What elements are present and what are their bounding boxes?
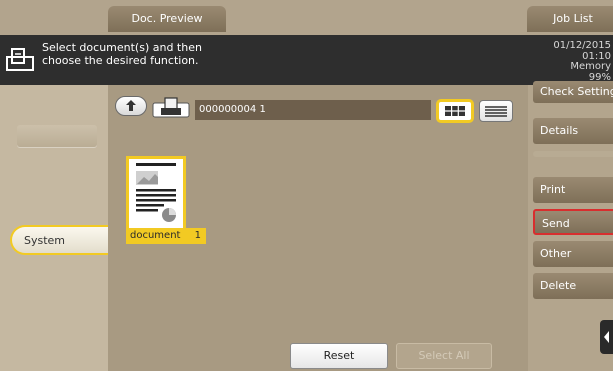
- top-bar: Doc. Preview Job List: [0, 0, 613, 35]
- print-button[interactable]: Print: [533, 177, 613, 203]
- details-button[interactable]: Details: [533, 118, 613, 144]
- thumbnail-view-button[interactable]: [436, 99, 474, 123]
- send-button[interactable]: Send: [533, 209, 613, 235]
- system-tab-label: System: [24, 234, 66, 247]
- check-setting-button[interactable]: Check Setting: [533, 81, 613, 103]
- document-area: 000000004 1 document 1 Reset Select All: [108, 85, 528, 371]
- other-button[interactable]: Other: [533, 241, 613, 267]
- folder-up-button[interactable]: [115, 96, 147, 116]
- list-view-icon: [485, 106, 507, 117]
- box-icon: [152, 97, 190, 118]
- screen: Doc. Preview Job List Select document(s)…: [0, 0, 613, 371]
- instruction-text: Select document(s) and then choose the d…: [42, 41, 202, 67]
- folder-path-field: 000000004 1: [195, 100, 431, 120]
- reset-button[interactable]: Reset: [290, 343, 388, 369]
- chevron-left-icon: [604, 331, 609, 343]
- memory-label: Memory: [570, 61, 611, 72]
- system-tab[interactable]: System: [10, 225, 120, 255]
- select-all-button[interactable]: Select All: [396, 343, 492, 369]
- doc-preview-tab[interactable]: Doc. Preview: [108, 6, 226, 32]
- document-label-bar[interactable]: document 1: [126, 228, 206, 244]
- panel-toggle-button[interactable]: [600, 320, 613, 354]
- job-list-tab[interactable]: Job List: [527, 6, 613, 32]
- list-view-button[interactable]: [479, 100, 513, 122]
- empty-left-button: [17, 125, 97, 147]
- document-preview-icon: [136, 163, 176, 222]
- left-column: System: [0, 85, 120, 371]
- date-text: 01/12/2015: [553, 40, 611, 51]
- status-readout: 01/12/2015 01:10 Memory 99%: [553, 40, 611, 83]
- grid-view-icon: [445, 106, 465, 116]
- document-name: document: [130, 230, 181, 241]
- instruction-line-1: Select document(s) and then: [42, 41, 202, 54]
- box-doc-icon: [6, 48, 34, 71]
- message-bar: Select document(s) and then choose the d…: [0, 35, 613, 85]
- document-thumbnail[interactable]: [126, 156, 186, 228]
- instruction-line-2: choose the desired function.: [42, 54, 199, 67]
- folder-up-icon: [126, 100, 136, 111]
- disabled-menu-button: [533, 151, 613, 157]
- document-number: 1: [194, 230, 201, 241]
- delete-button[interactable]: Delete: [533, 273, 613, 299]
